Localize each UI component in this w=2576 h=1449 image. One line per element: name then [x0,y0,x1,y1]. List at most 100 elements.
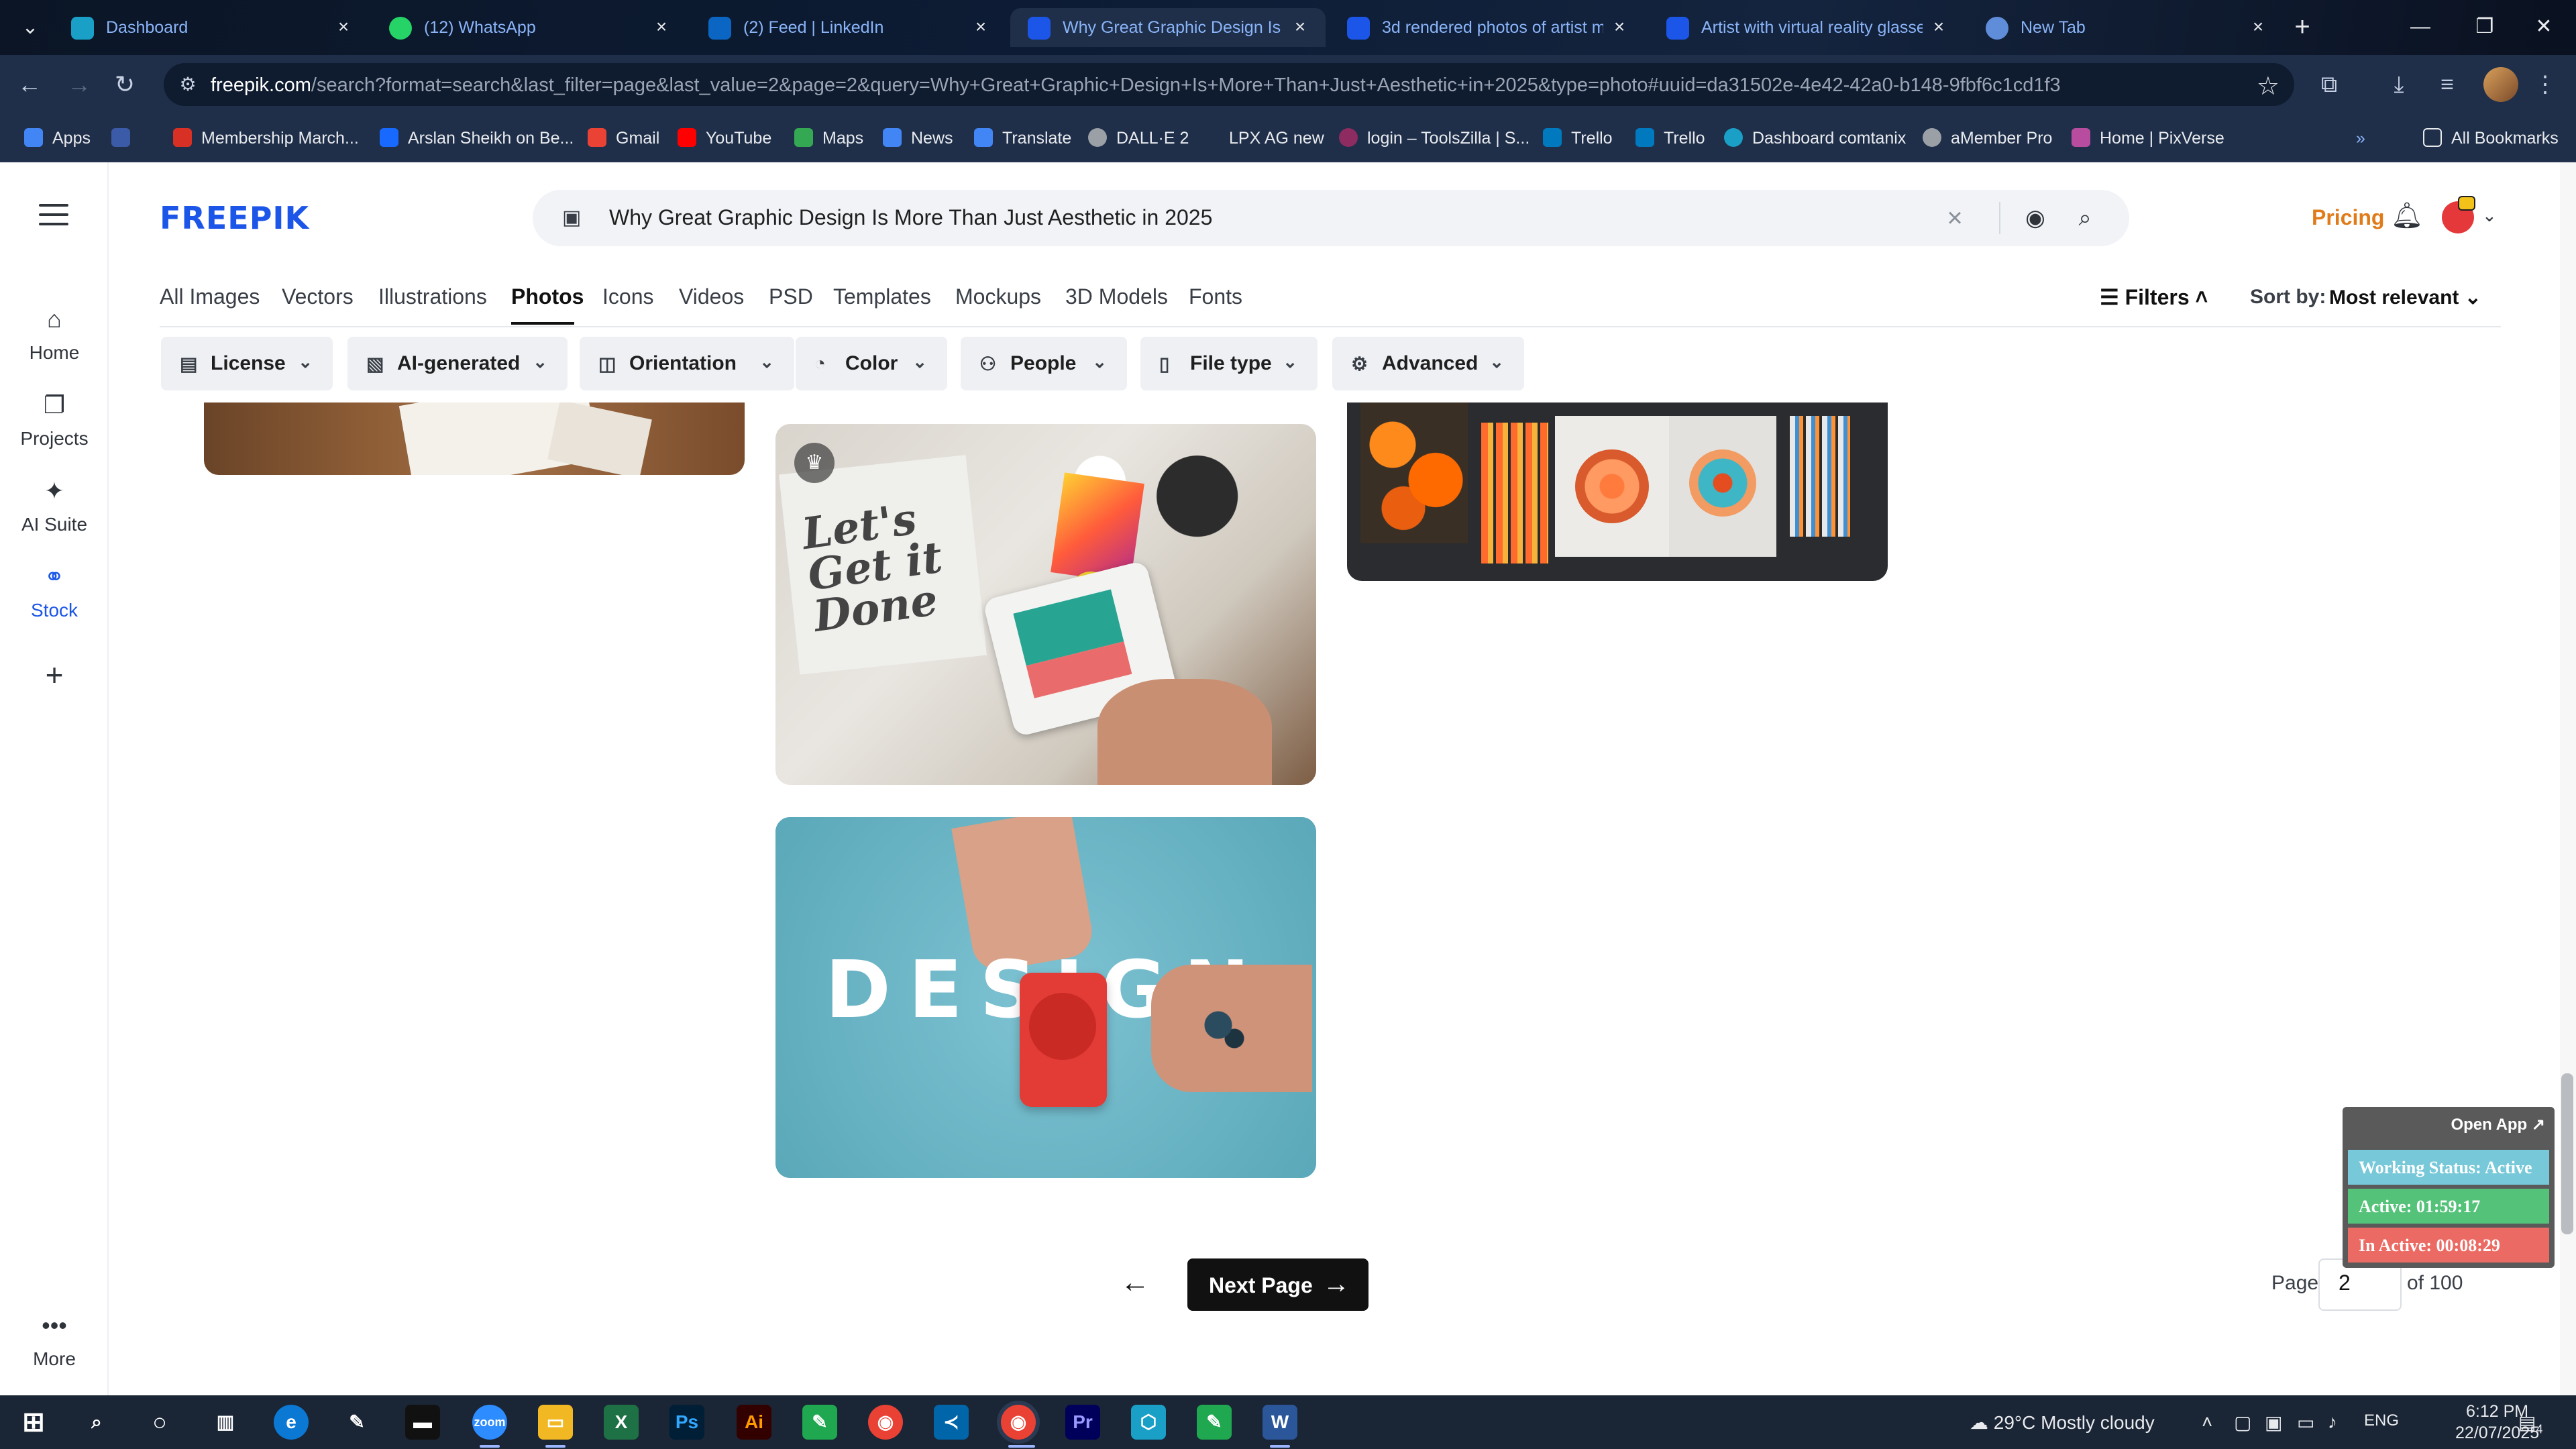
bookmark-maps[interactable]: Maps [794,126,863,150]
zoom-icon[interactable]: zoom [472,1405,507,1440]
bookmark-amember[interactable]: aMember Pro [1923,126,2052,150]
extensions-icon[interactable]: ⧉ [2313,68,2345,101]
chrome-icon[interactable]: ◉ [868,1405,903,1440]
tab-whatsapp[interactable]: (12) WhatsApp × [372,8,687,47]
back-button[interactable]: ← [13,68,46,101]
filter-license[interactable]: ▤ License ⌄ [161,337,333,390]
scrollbar-thumb[interactable] [2561,1073,2573,1234]
filter-advanced[interactable]: ⚙ Advanced ⌄ [1332,337,1524,390]
bookmark-translate[interactable]: Translate [974,126,1071,150]
all-bookmarks-folder[interactable]: All Bookmarks [2423,126,2559,150]
notification-center-icon[interactable]: ▤4 [2518,1411,2542,1437]
media-control-icon[interactable]: ≡ [2431,68,2463,101]
tab-freepik-vr[interactable]: Artist with virtual reality glasse × [1649,8,1964,47]
download-icon[interactable]: ⤓ [2383,68,2415,101]
open-app-link[interactable]: Open App ↗ [2451,1115,2545,1134]
bookmarks-overflow-icon[interactable]: » [2356,126,2365,150]
volume-icon[interactable]: ♪ [2328,1411,2337,1433]
bookmark-pixverse[interactable]: Home | PixVerse [2072,126,2224,150]
bookmark-tab-search[interactable] [111,126,140,150]
tab-linkedin[interactable]: (2) Feed | LinkedIn × [691,8,1006,47]
task-view-icon[interactable]: ▥ [208,1405,243,1440]
close-tab-icon[interactable]: × [649,15,674,39]
bookmark-star-icon[interactable]: ☆ [2257,71,2279,101]
bookmark-gmail[interactable]: Gmail [588,126,659,150]
bookmark-toolszilla[interactable]: login – ToolsZilla | S... [1339,126,1529,150]
tab-videos[interactable]: Videos [679,284,744,309]
profile-avatar[interactable] [2483,67,2518,102]
bookmark-dashboard-comtanix[interactable]: Dashboard comtanix [1724,126,1906,150]
tab-new-tab[interactable]: New Tab × [1968,8,2284,47]
app-green-icon[interactable]: ✎ [802,1405,837,1440]
sidebar-item-more[interactable]: ••• More [0,1311,109,1385]
result-image-art-supplies[interactable] [1347,402,1888,581]
filter-orientation[interactable]: ◫ Orientation ⌄ [580,337,794,390]
pen-icon[interactable]: ✎ [339,1405,374,1440]
cortana-icon[interactable]: ○ [142,1405,177,1440]
tray-chevron-icon[interactable]: ˄ [2202,1411,2212,1433]
chrome-active-icon[interactable]: ◉ [1001,1405,1036,1440]
sidebar-add-button[interactable]: + [0,659,109,734]
search-input[interactable]: Why Great Graphic Design Is More Than Ju… [609,205,1212,230]
tab-freepik-current[interactable]: Why Great Graphic Design Is M × [1010,8,1326,47]
close-tab-icon[interactable]: × [1927,15,1951,39]
sort-dropdown[interactable]: Most relevant ⌄ [2329,286,2481,309]
tab-fonts[interactable]: Fonts [1189,284,1242,309]
screen-icon[interactable]: ▣ [2265,1411,2282,1434]
close-tab-icon[interactable]: × [1288,15,1312,39]
result-image-writing-desk[interactable] [204,402,745,475]
tab-templates[interactable]: Templates [833,284,931,309]
result-image-design-sharpener[interactable]: DESIGN [775,817,1316,1178]
bookmark-youtube[interactable]: YouTube [678,126,771,150]
previous-page-button[interactable]: ← [1110,1258,1161,1309]
terminal-icon[interactable]: ▬ [405,1405,440,1440]
filters-toggle[interactable]: ☰ Filters ˄ [2100,284,2208,310]
sidebar-item-stock[interactable]: ⚭ Stock [0,562,109,636]
close-tab-icon[interactable]: × [331,15,356,39]
notification-bell-icon[interactable]: 🔔︎ [2391,200,2423,232]
clear-search-icon[interactable]: × [1936,199,1974,237]
tab-vectors[interactable]: Vectors [282,284,354,309]
app-green-2-icon[interactable]: ✎ [1197,1405,1232,1440]
reload-button[interactable]: ↻ [109,68,141,101]
minimize-button[interactable]: — [2388,0,2453,55]
photoshop-icon[interactable]: Ps [669,1405,704,1440]
result-image-lets-get-it-done[interactable]: Let's Get it Done ♛ [775,424,1316,785]
address-bar[interactable]: ⚙ freepik.com/search?format=search&last_… [164,63,2294,106]
file-explorer-icon[interactable]: ▭ [538,1405,573,1440]
weather-widget[interactable]: ☁ 29°C Mostly cloudy [1970,1411,2155,1434]
pricing-link[interactable]: Pricing [2312,205,2384,230]
app-hex-icon[interactable]: ⬡ [1131,1405,1166,1440]
illustrator-icon[interactable]: Ai [737,1405,771,1440]
tab-icons[interactable]: Icons [602,284,653,309]
bookmark-trello-1[interactable]: Trello [1543,126,1613,150]
network-icon[interactable]: ▭ [2297,1411,2314,1434]
chevron-down-icon[interactable]: ⌄ [2482,205,2497,226]
close-tab-icon[interactable]: × [1607,15,1631,39]
tab-psd[interactable]: PSD [769,284,813,309]
windows-start-icon[interactable]: ⊞ [16,1405,51,1440]
search-icon[interactable]: ⌕ [2069,202,2101,234]
bookmark-dalle[interactable]: DALL·E 2 [1088,126,1189,150]
close-window-button[interactable]: ✕ [2512,0,2576,55]
close-tab-icon[interactable]: × [969,15,993,39]
premiere-icon[interactable]: Pr [1065,1405,1100,1440]
tab-mockups[interactable]: Mockups [955,284,1041,309]
word-icon[interactable]: W [1263,1405,1297,1440]
forward-button[interactable]: → [63,68,95,101]
meet-icon[interactable]: ▢ [2234,1411,2251,1434]
bookmark-lpx[interactable]: LPX AG new [1201,126,1324,150]
edge-icon[interactable]: e [274,1405,309,1440]
site-info-icon[interactable]: ⚙ [176,72,200,97]
language-indicator[interactable]: ENG [2364,1411,2399,1430]
excel-icon[interactable]: X [604,1405,639,1440]
chrome-menu-icon[interactable]: ⋮ [2529,68,2561,101]
sidebar-item-projects[interactable]: ❐ Projects [0,390,109,464]
next-page-button[interactable]: Next Page → [1187,1258,1368,1311]
tab-3d-models[interactable]: 3D Models [1065,284,1168,309]
url-text[interactable]: freepik.com/search?format=search&last_fi… [211,74,2061,97]
filter-file-type[interactable]: ▯ File type ⌄ [1140,337,1318,390]
filter-color[interactable]: ◔ Color ⌄ [796,337,947,390]
bookmark-membership[interactable]: Membership March... [173,126,359,150]
filter-ai-generated[interactable]: ▧ AI-generated ⌄ [347,337,568,390]
